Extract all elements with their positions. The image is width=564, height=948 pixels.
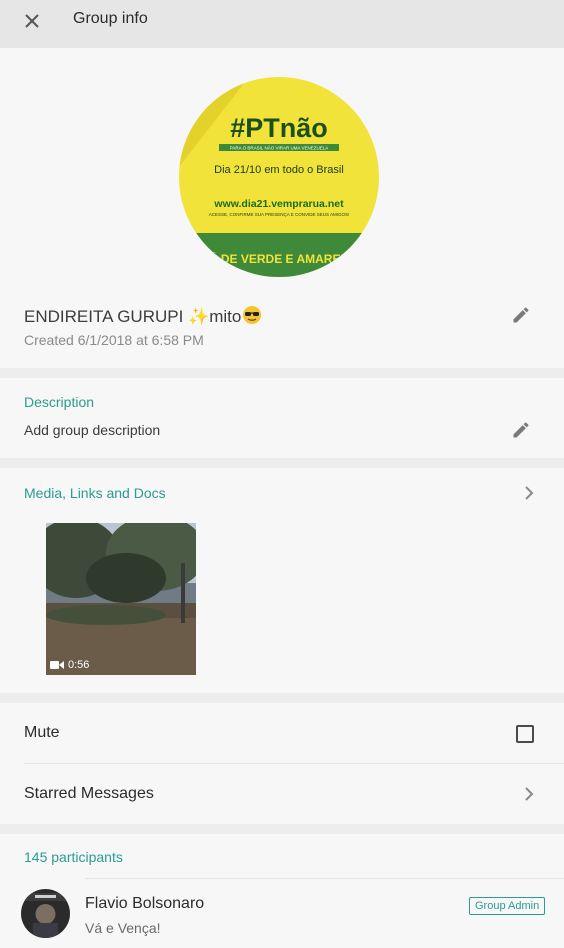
- photo-small-text: ACESSE, CONFIRME SUA PRESENÇA E CONVIDE …: [209, 212, 350, 217]
- participant-name: Flavio Bolsonaro: [85, 895, 205, 912]
- photo-date-line: Dia 21/10 em todo o Brasil: [214, 164, 344, 176]
- photo-headline: #PTnão: [230, 113, 328, 143]
- sunglasses-emoji-icon: [242, 305, 262, 330]
- description-placeholder[interactable]: Add group description: [24, 422, 160, 438]
- video-camera-icon: [50, 661, 64, 669]
- pencil-icon: [513, 307, 529, 323]
- participants-count: 145 participants: [24, 849, 123, 865]
- participant-status: Vá e Vença!: [85, 920, 161, 936]
- media-title[interactable]: Media, Links and Docs: [24, 485, 166, 501]
- avatar-image: [21, 889, 70, 938]
- starred-open-button[interactable]: [522, 787, 536, 801]
- participant-avatar[interactable]: [21, 889, 70, 938]
- description-title: Description: [24, 394, 95, 410]
- divider: [85, 878, 564, 879]
- starred-messages-label: Starred Messages: [24, 785, 154, 802]
- sparkles-icon: ✨: [188, 307, 210, 326]
- group-created-date: Created 6/1/2018 at 6:58 PM: [24, 332, 204, 348]
- media-thumbnail-video[interactable]: 0:56: [46, 523, 196, 675]
- participants-panel: 145 participants Flavio Bolsonaro Vá e V…: [0, 834, 564, 948]
- group-photo: #PTnão PARA O BRASIL NÃO VIRAR UMA VENEZ…: [179, 77, 379, 277]
- settings-panel: Mute Starred Messages: [0, 703, 564, 824]
- photo-bottom-text: VÁ DE VERDE E AMARELO: [201, 251, 357, 266]
- video-duration-text: 0:56: [68, 659, 90, 671]
- media-open-button[interactable]: [522, 486, 536, 500]
- mute-label: Mute: [24, 724, 60, 741]
- chevron-right-icon: [525, 787, 534, 801]
- photo-banner: PARA O BRASIL NÃO VIRAR UMA VENEZUELA: [230, 145, 329, 151]
- edit-name-button[interactable]: [511, 305, 533, 327]
- description-panel: Description Add group description: [0, 378, 564, 458]
- group-admin-badge: Group Admin: [469, 897, 546, 915]
- close-button[interactable]: [20, 9, 44, 33]
- pencil-icon: [513, 422, 529, 438]
- photo-url: www.dia21.vemprarua.net: [213, 198, 344, 210]
- mute-row[interactable]: Mute: [0, 703, 564, 764]
- starred-messages-row[interactable]: Starred Messages: [0, 764, 564, 824]
- profile-panel: #PTnão PARA O BRASIL NÃO VIRAR UMA VENEZ…: [0, 48, 564, 368]
- group-name: ENDIREITA GURUPI ✨mito: [24, 305, 262, 330]
- chevron-right-icon: [525, 486, 534, 500]
- page-title: Group info: [73, 10, 148, 27]
- video-thumbnail-image: [46, 523, 196, 675]
- header-bar: Group info: [0, 0, 564, 48]
- edit-description-button[interactable]: [511, 420, 533, 442]
- close-icon: [25, 14, 39, 28]
- media-panel: Media, Links and Docs 0:56: [0, 468, 564, 693]
- video-duration: 0:56: [50, 659, 89, 671]
- mute-checkbox[interactable]: [516, 725, 534, 743]
- group-avatar[interactable]: #PTnão PARA O BRASIL NÃO VIRAR UMA VENEZ…: [179, 77, 379, 277]
- group-name-suffix: mito: [209, 307, 242, 326]
- group-name-text: ENDIREITA GURUPI: [24, 307, 189, 326]
